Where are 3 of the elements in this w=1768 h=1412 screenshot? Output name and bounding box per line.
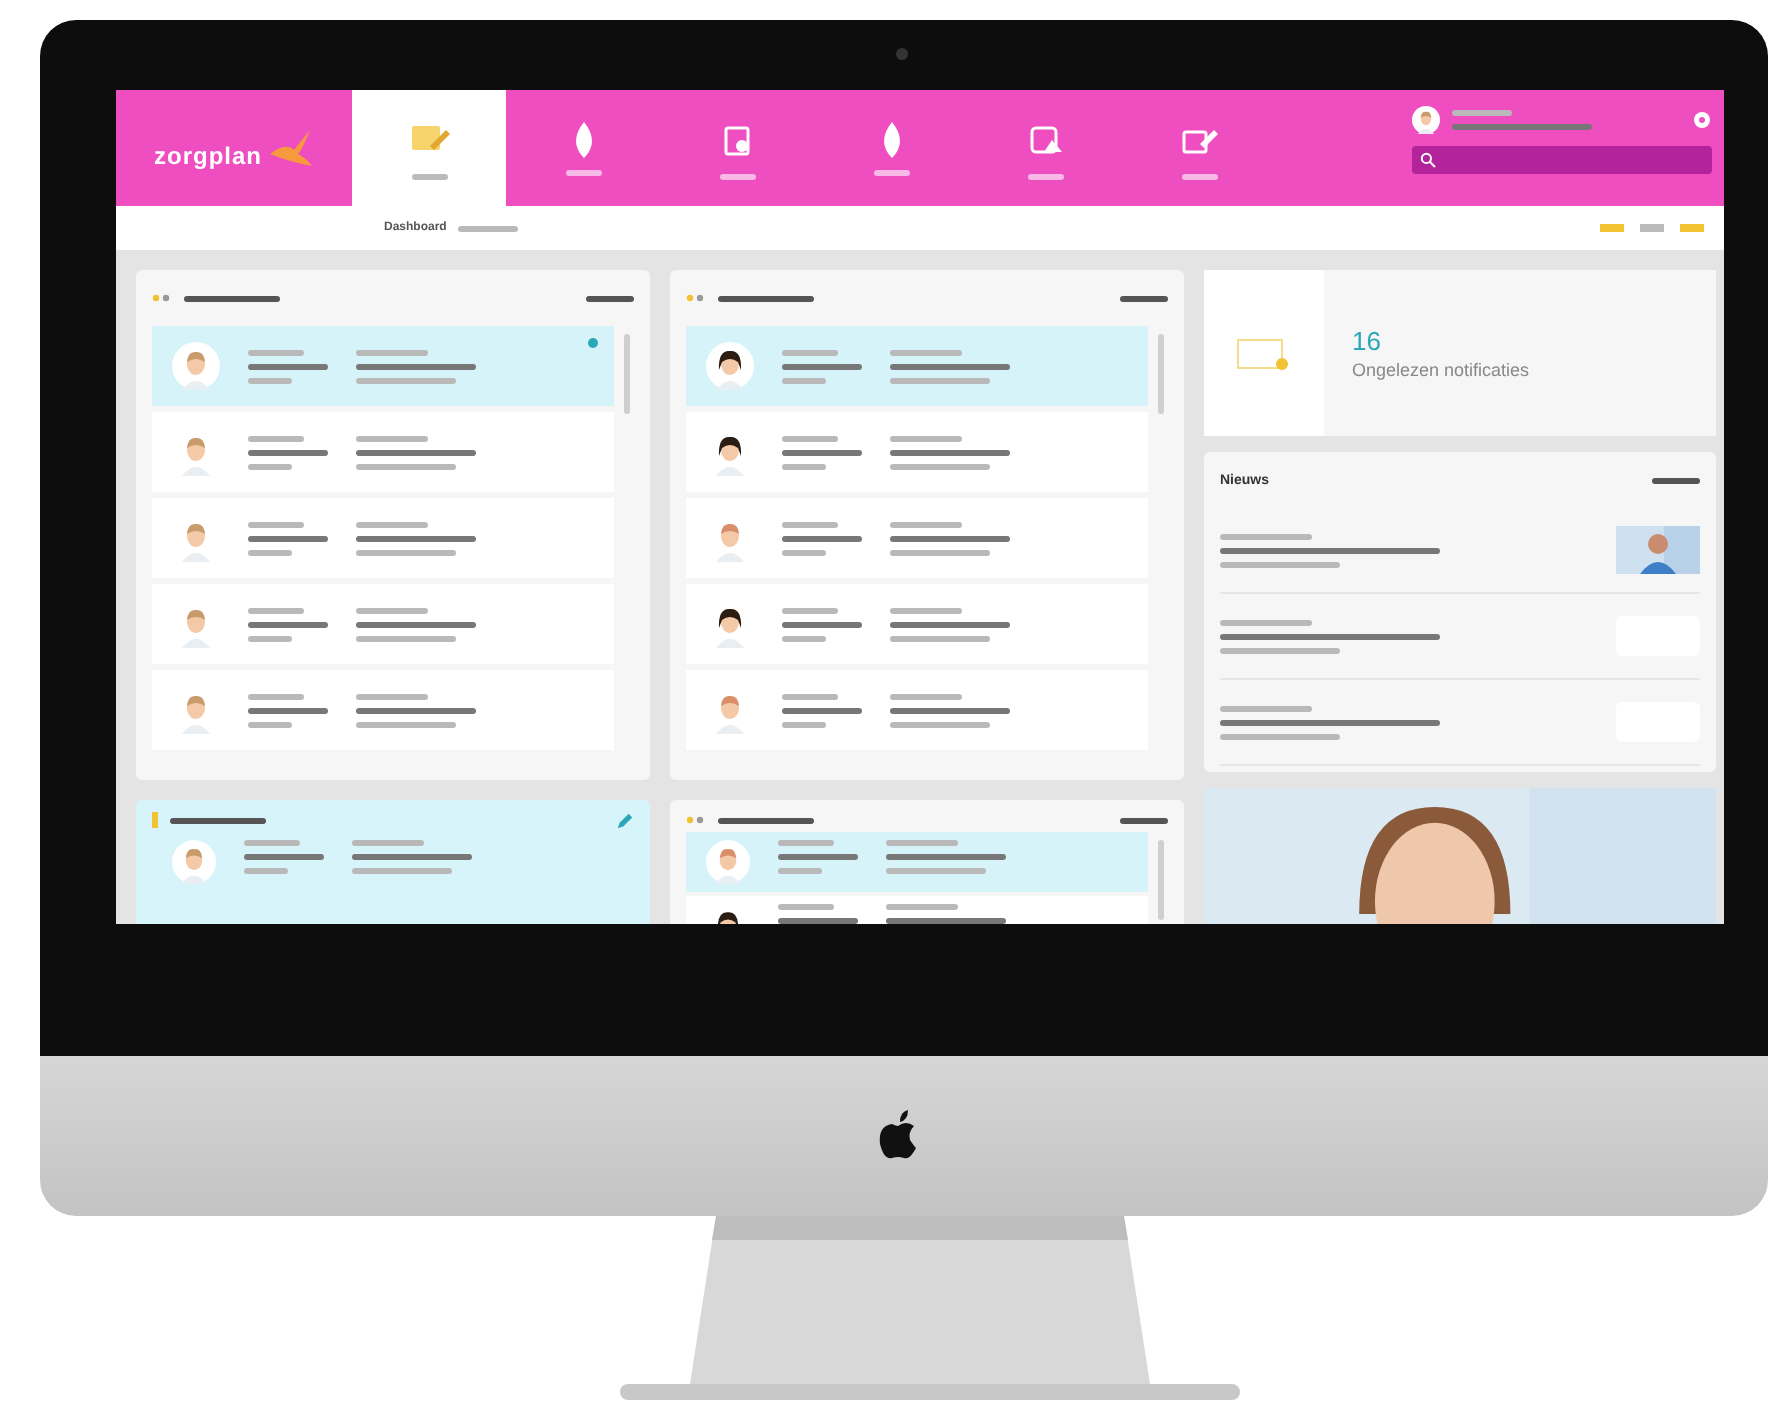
logo-text: zorgplan (154, 140, 262, 170)
notification-label: Ongelezen notificaties (1352, 360, 1530, 380)
notification-count: 16 (1352, 326, 1383, 356)
